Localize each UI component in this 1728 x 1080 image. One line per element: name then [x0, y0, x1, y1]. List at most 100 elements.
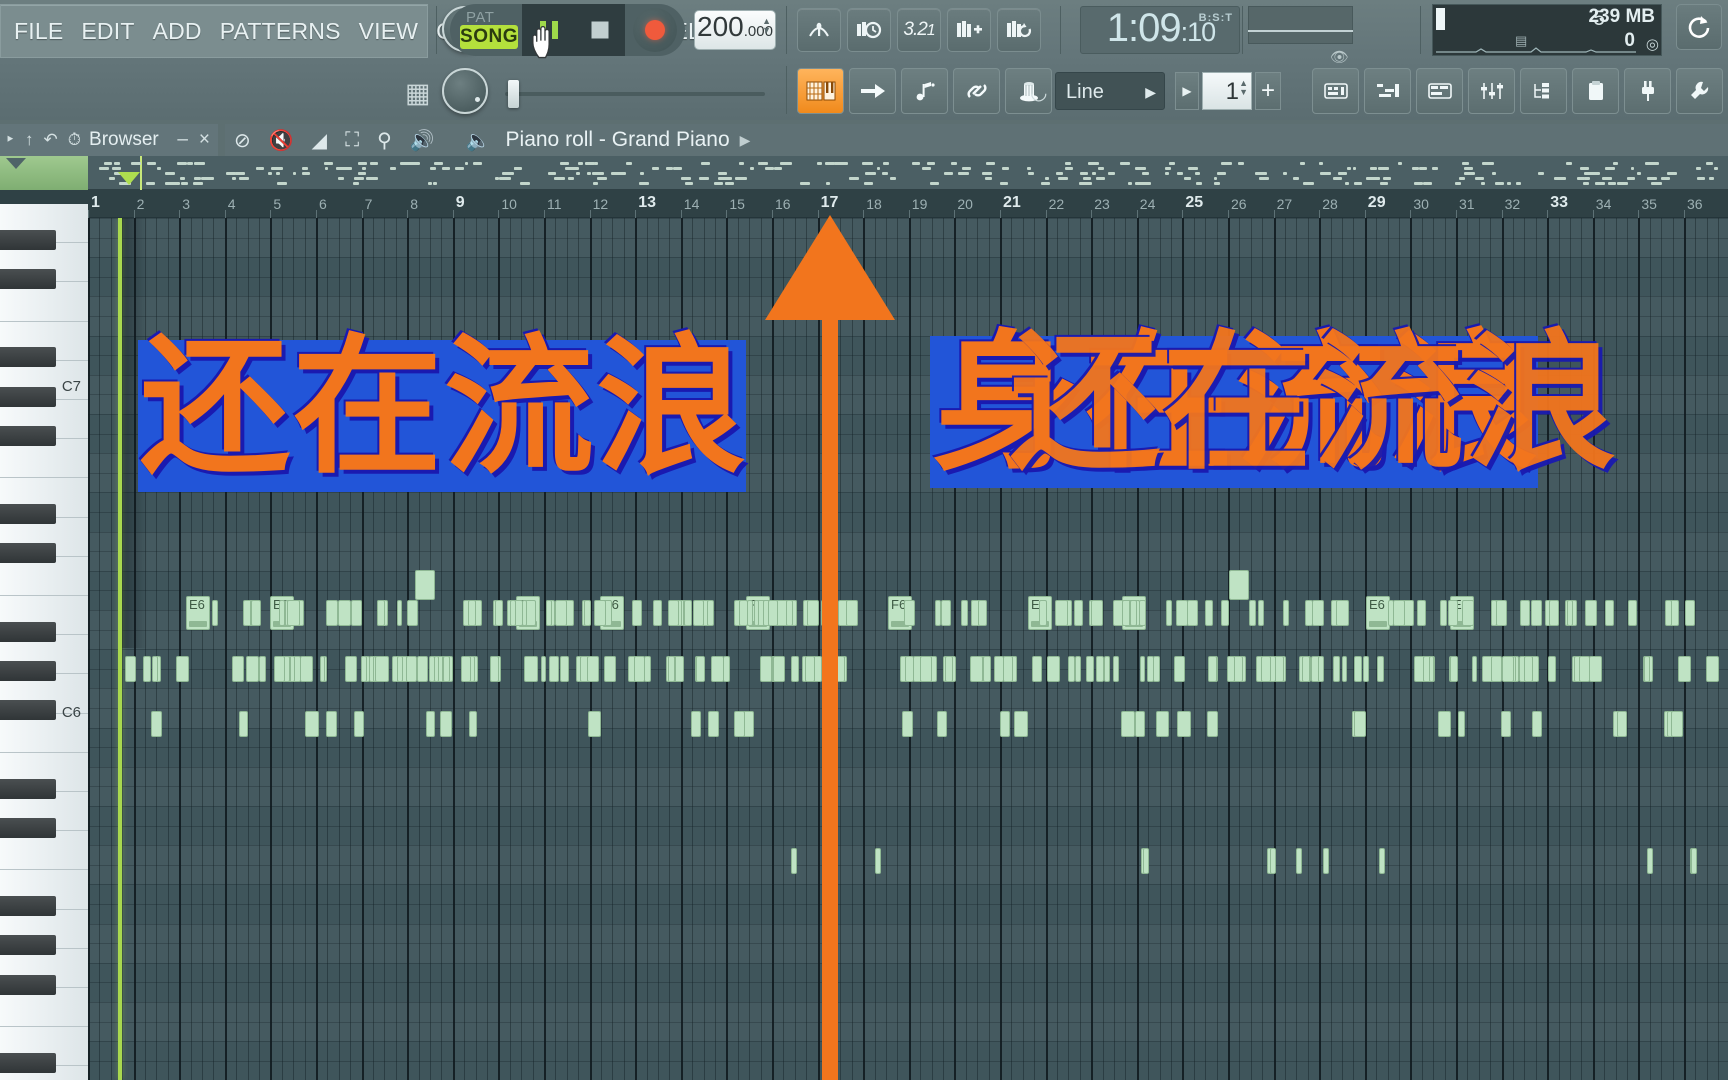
piano-roll-note[interactable] [232, 656, 245, 682]
playback-icon[interactable]: 🔈 [444, 128, 500, 153]
piano-roll-note[interactable] [1261, 656, 1272, 682]
piano-roll-note[interactable] [1531, 711, 1543, 737]
piano-roll-note[interactable] [1269, 848, 1276, 874]
piano-roll-note[interactable] [1523, 656, 1533, 682]
piano-roll-note[interactable] [1520, 600, 1531, 626]
piano-roll-note[interactable] [773, 656, 786, 682]
piano-roll-note[interactable] [559, 656, 569, 682]
piano-roll-note[interactable] [325, 711, 337, 737]
piano-roll-note[interactable] [1282, 600, 1290, 626]
piano-roll-note[interactable] [807, 600, 820, 626]
browser-clock-icon[interactable]: ⏱ [63, 130, 86, 150]
piano-roll-note[interactable] [825, 600, 838, 626]
piano-roll-note[interactable] [1031, 656, 1042, 682]
piano-roll-note[interactable] [905, 656, 914, 682]
piano-roll-note[interactable] [983, 656, 991, 682]
piano-roll-note[interactable] [524, 656, 538, 682]
time-display-panel[interactable]: 1:09:10 B:S:T [1080, 6, 1240, 54]
piano-roll-note[interactable] [360, 656, 367, 682]
piano-roll-note[interactable] [1147, 656, 1154, 682]
piano-roll-note[interactable] [300, 656, 314, 682]
piano-roll-note[interactable]: E6 [186, 596, 210, 630]
piano-black-key[interactable] [0, 425, 56, 446]
piano-roll-note[interactable] [1490, 656, 1503, 682]
playhead-marker-icon[interactable] [118, 172, 140, 185]
playlist-button[interactable] [1416, 68, 1463, 114]
piano-roll-note[interactable] [1530, 600, 1543, 626]
piano-roll-note[interactable] [460, 656, 471, 682]
piano-roll-note[interactable] [634, 656, 646, 682]
piano-roll-note[interactable] [734, 711, 746, 737]
piano-roll-note[interactable] [693, 600, 705, 626]
browser-menu-icon[interactable]: ‣ [0, 130, 20, 150]
piano-black-key[interactable] [0, 386, 56, 407]
piano-roll-note[interactable] [1644, 656, 1650, 682]
piano-roll-note[interactable] [521, 600, 527, 626]
piano-roll-note[interactable] [1490, 600, 1498, 626]
piano-roll-note[interactable] [548, 656, 560, 682]
piano-roll-note[interactable] [1604, 600, 1614, 626]
piano-roll-note[interactable] [1096, 656, 1104, 682]
piano-roll-note[interactable] [1566, 600, 1573, 626]
mixer-button[interactable] [1468, 68, 1515, 114]
piano-roll-note[interactable] [747, 600, 753, 626]
piano-black-key[interactable] [0, 974, 56, 995]
piano-roll-note[interactable] [245, 656, 260, 682]
piano-roll-note[interactable] [1437, 711, 1451, 737]
piano-roll-note[interactable] [1354, 656, 1363, 682]
piano-roll-note[interactable] [874, 848, 881, 874]
piano-roll-note[interactable] [1547, 656, 1557, 682]
add-button[interactable]: + [1255, 72, 1281, 110]
piano-roll-note[interactable] [1091, 600, 1104, 626]
piano-roll-note[interactable] [1548, 600, 1559, 626]
piano-roll-note[interactable] [396, 656, 403, 682]
piano-roll-note[interactable] [969, 656, 983, 682]
piano-black-key[interactable] [0, 661, 56, 682]
fullscreen-icon[interactable]: ⛶ [336, 129, 368, 152]
piano-roll-note[interactable] [1187, 600, 1198, 626]
piano-roll-note[interactable] [944, 656, 954, 682]
piano-roll-note[interactable] [416, 656, 429, 682]
piano-roll-note[interactable] [1495, 600, 1508, 626]
piano-roll-note[interactable] [1691, 848, 1698, 874]
piano-roll-note[interactable] [604, 656, 616, 682]
piano-roll-note[interactable] [587, 711, 601, 737]
piano-roll-note[interactable] [555, 600, 568, 626]
piano-roll-note[interactable] [494, 600, 503, 626]
zoom-icon[interactable]: ⚲ [368, 128, 401, 153]
piano-roll-note[interactable] [337, 600, 351, 626]
piano-roll-note[interactable] [960, 600, 969, 626]
piano-roll-note[interactable] [1429, 656, 1435, 682]
piano-roll-note[interactable] [845, 600, 858, 626]
master-volume-slider-track[interactable] [505, 92, 765, 96]
piano-roll-note[interactable] [239, 711, 249, 737]
piano-roll-note[interactable] [941, 600, 952, 626]
timeline-ruler[interactable]: 1 2 3 4 5 6 7 8 9 10 11 12 13 14 15 16 17 18 19 20 21 22 23 24 2… [0, 190, 1728, 218]
piano-roll-note[interactable] [1416, 600, 1427, 626]
piano-roll-note[interactable] [250, 600, 261, 626]
stepper-spinner-icon[interactable]: ▲ ▼ [1239, 79, 1248, 97]
piano-roll-note[interactable] [1664, 600, 1673, 626]
piano-roll-note[interactable] [1318, 656, 1325, 682]
menu-add[interactable]: ADD [144, 18, 211, 45]
piano-roll-note[interactable] [710, 656, 724, 682]
piano-roll-note[interactable] [152, 656, 158, 682]
piano-roll-note[interactable] [1073, 600, 1084, 626]
tempo-display[interactable]: 200 .000 ▲ ▼ [694, 10, 776, 50]
piano-roll-note[interactable] [344, 656, 358, 682]
piano-roll-note[interactable] [1208, 656, 1217, 682]
memory-eye-icon[interactable]: ◎ [1646, 35, 1659, 53]
overview-handle-icon[interactable] [6, 158, 26, 169]
piano-roll-note[interactable] [1705, 656, 1720, 682]
piano-roll-note[interactable] [1450, 656, 1459, 682]
piano-roll-note[interactable] [1003, 656, 1013, 682]
piano-roll-note[interactable] [1295, 848, 1302, 874]
record-button[interactable] [633, 8, 677, 52]
piano-roll-note[interactable] [415, 570, 435, 600]
piano-roll-note[interactable] [667, 600, 680, 626]
piano-roll-note[interactable] [287, 600, 300, 626]
paint-tool-button[interactable] [849, 68, 896, 114]
piano-roll-note[interactable] [977, 600, 987, 626]
piano-roll-note[interactable] [376, 600, 385, 626]
master-volume-slider-handle[interactable] [508, 80, 519, 108]
